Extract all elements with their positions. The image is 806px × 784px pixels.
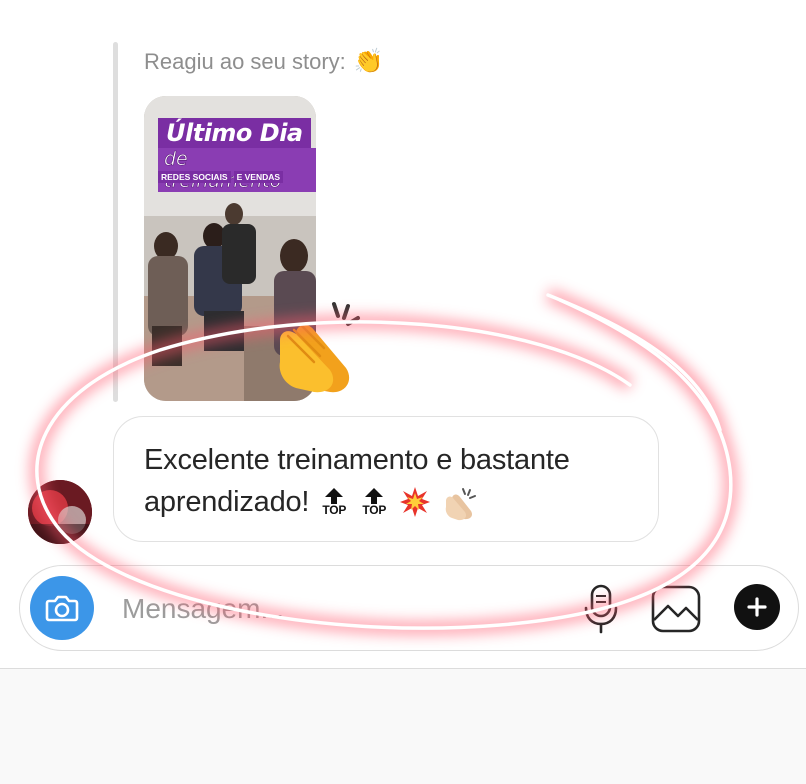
- story-subtitle: de treinamento: [158, 148, 316, 192]
- story-tags: REDES SOCIAIS E VENDAS: [158, 171, 284, 183]
- chat-thread: Reagiu ao seu story: 👏 Último Dia de tre…: [0, 0, 806, 668]
- story-reaction-label: Reagiu ao seu story: 👏: [144, 47, 384, 76]
- top-arrow-icon: TOP: [359, 487, 389, 517]
- top-arrow-icon: TOP: [319, 487, 349, 517]
- message-input[interactable]: [120, 586, 504, 632]
- collision-icon: [400, 487, 431, 517]
- message-bubble[interactable]: Excelente treinamento e bastante aprendi…: [113, 416, 659, 542]
- story-tag: E VENDAS: [233, 171, 284, 183]
- message-line-1: Excelente treinamento e bastante: [144, 444, 570, 476]
- clapping-hands-icon: [279, 302, 360, 393]
- add-button[interactable]: [734, 584, 780, 630]
- clap-emoji: 👏: [353, 48, 384, 75]
- reply-indicator-bar: [113, 42, 118, 402]
- avatar[interactable]: [28, 480, 92, 544]
- message-composer: [19, 565, 799, 651]
- reaction-label-text: Reagiu ao seu story:: [144, 48, 346, 74]
- top-label: TOP: [362, 502, 387, 517]
- story-title: Último Dia: [158, 118, 311, 149]
- camera-icon: [45, 595, 79, 622]
- story-tag: REDES SOCIAIS: [158, 171, 231, 183]
- clapping-hands-light-icon: [446, 488, 477, 521]
- plus-icon: [747, 597, 767, 617]
- camera-button[interactable]: [30, 576, 94, 640]
- microphone-icon[interactable]: [580, 582, 622, 636]
- top-label: TOP: [322, 502, 347, 517]
- message-line-2: aprendizado!: [144, 486, 310, 518]
- gallery-icon[interactable]: [650, 584, 702, 634]
- message-line-2-row: aprendizado! TOP TOP: [144, 481, 644, 523]
- message-text: Excelente treinamento e bastante aprendi…: [144, 439, 644, 523]
- avatar-photo: [28, 480, 92, 544]
- bottom-area: [0, 668, 806, 784]
